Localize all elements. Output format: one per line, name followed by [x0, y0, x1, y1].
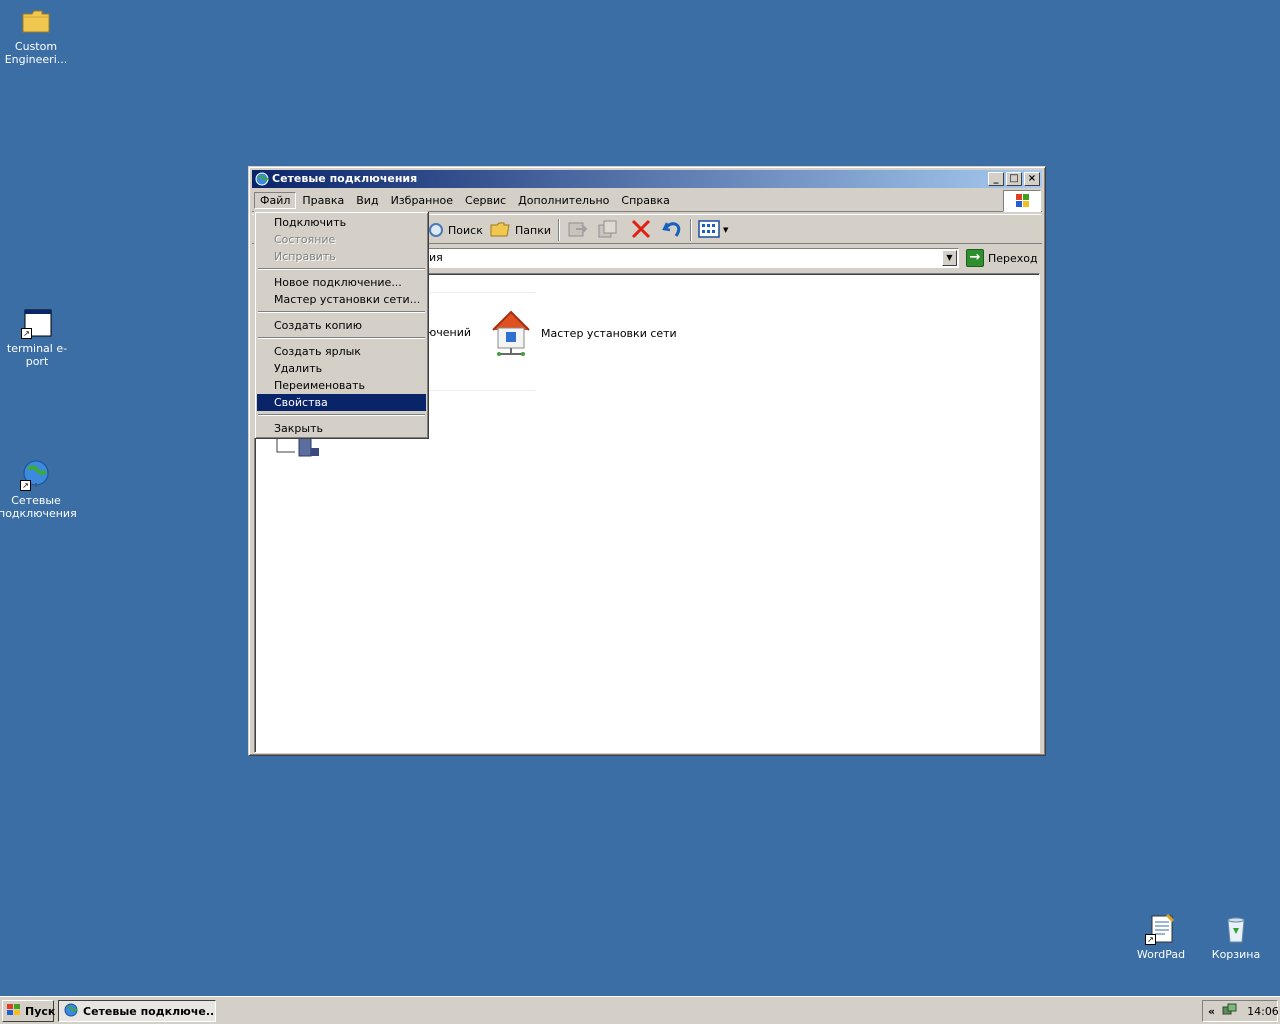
item-label: Мастер установки сети: [541, 327, 677, 340]
desktop-icon-label: Сетевые подключения: [0, 494, 77, 520]
desktop-icon-recycle-bin[interactable]: Корзина: [1198, 913, 1274, 961]
desktop-icon-label: Корзина: [1211, 948, 1261, 961]
search-label: Поиск: [448, 223, 483, 237]
minimize-icon: _: [993, 173, 999, 184]
menu-item-connect[interactable]: Подключить: [257, 214, 426, 231]
menu-item-create-copy[interactable]: Создать копию: [257, 317, 426, 334]
move-to-icon: [566, 219, 588, 242]
address-value: ия: [429, 251, 443, 264]
minimize-button[interactable]: _: [988, 172, 1004, 186]
clock[interactable]: 14:06: [1247, 1005, 1279, 1018]
windows-logo-icon: [1003, 190, 1041, 212]
taskbar-button-label: Сетевые подключе...: [83, 1004, 216, 1018]
network-tray-icon[interactable]: [1221, 1002, 1237, 1021]
shortcut-arrow-icon: ↗: [1145, 934, 1156, 945]
network-setup-wizard-item[interactable]: Мастер установки сети: [489, 308, 677, 359]
menu-item-rename[interactable]: Переименовать: [257, 377, 426, 394]
start-button[interactable]: Пуск: [2, 1000, 56, 1022]
folder-icon: [20, 5, 52, 37]
chevron-down-icon: ▼: [723, 226, 729, 234]
copy-to-button[interactable]: [597, 219, 619, 241]
toolbar-separator: [690, 219, 692, 241]
menu-item-repair[interactable]: Исправить: [257, 248, 426, 265]
go-button[interactable]: → Переход: [966, 248, 1038, 268]
menu-separator: [257, 411, 426, 420]
move-to-button[interactable]: [566, 219, 588, 241]
start-label: Пуск: [25, 1004, 56, 1018]
network-globe-icon: ↗: [20, 459, 52, 491]
search-button[interactable]: Поиск: [429, 219, 483, 241]
desktop-icon-label: terminal e-port: [6, 342, 68, 368]
title-bar[interactable]: Сетевые подключения _ □ ×: [252, 170, 1042, 188]
menu-edit[interactable]: Правка: [296, 192, 350, 209]
address-input[interactable]: ия ▼: [422, 248, 959, 268]
menu-separator: [257, 265, 426, 274]
menu-item-delete[interactable]: Удалить: [257, 360, 426, 377]
close-icon: ×: [1027, 173, 1037, 184]
taskbar: Пуск Сетевые подключе... « 14:06: [0, 996, 1280, 1024]
views-button[interactable]: ▼: [698, 219, 728, 241]
taskbar-button-network-connections[interactable]: Сетевые подключе...: [58, 1000, 216, 1022]
desktop-icon-wordpad[interactable]: ↗ WordPad: [1123, 913, 1199, 961]
menu-advanced[interactable]: Дополнительно: [512, 192, 615, 209]
folder-icon: [490, 220, 510, 241]
application-window-icon: ↗: [21, 307, 53, 339]
chevron-down-icon: ▼: [946, 253, 953, 262]
menu-file[interactable]: Файл: [254, 192, 297, 209]
folders-button[interactable]: Папки: [490, 219, 551, 241]
shortcut-arrow-icon: ↗: [21, 328, 32, 339]
shortcut-arrow-icon: ↗: [20, 480, 31, 491]
undo-icon: [661, 219, 683, 242]
file-menu-dropdown: Подключить Состояние Исправить Новое под…: [254, 211, 429, 439]
wordpad-icon: ↗: [1145, 913, 1177, 945]
menu-view[interactable]: Вид: [350, 192, 384, 209]
menu-item-create-shortcut[interactable]: Создать ярлык: [257, 343, 426, 360]
undo-button[interactable]: [661, 219, 683, 241]
menu-favorites[interactable]: Избранное: [385, 192, 459, 209]
windows-logo-icon: [6, 1003, 22, 1020]
delete-x-icon: [630, 219, 652, 242]
search-icon: [429, 223, 443, 237]
close-button[interactable]: ×: [1024, 172, 1040, 186]
menu-item-network-setup-wizard[interactable]: Мастер установки сети...: [257, 291, 426, 308]
toolbar-separator: [558, 219, 560, 241]
menu-separator: [257, 308, 426, 317]
copy-to-icon: [597, 219, 619, 242]
menu-separator: [257, 334, 426, 343]
menu-help[interactable]: Справка: [615, 192, 675, 209]
folders-label: Папки: [515, 223, 551, 237]
desktop-icon-label: WordPad: [1136, 948, 1186, 961]
recycle-bin-icon: [1220, 913, 1252, 945]
tray-expand-button[interactable]: «: [1208, 1005, 1215, 1018]
network-globe-icon: [63, 1002, 79, 1021]
item-label: ючений: [427, 326, 472, 339]
menu-item-properties[interactable]: Свойства: [257, 394, 426, 411]
menu-bar: Файл Правка Вид Избранное Сервис Дополни…: [252, 190, 1042, 212]
menu-item-status[interactable]: Состояние: [257, 231, 426, 248]
system-tray: « 14:06: [1202, 1000, 1279, 1022]
desktop-icon-label: Custom Engineeri...: [4, 40, 68, 66]
maximize-icon: □: [1009, 173, 1019, 184]
desktop-icon-network-connections[interactable]: ↗ Сетевые подключения: [0, 459, 77, 520]
network-globe-icon: [254, 171, 270, 187]
menu-item-new-connection[interactable]: Новое подключение...: [257, 274, 426, 291]
new-connection-wizard-item[interactable]: ючений: [427, 326, 471, 339]
address-dropdown-button[interactable]: ▼: [942, 250, 957, 266]
menu-item-close[interactable]: Закрыть: [257, 420, 426, 437]
menu-tools[interactable]: Сервис: [459, 192, 512, 209]
delete-button[interactable]: [630, 219, 652, 241]
maximize-button[interactable]: □: [1006, 172, 1022, 186]
desktop-icon-custom-engineering[interactable]: Custom Engineeri...: [0, 5, 74, 66]
go-label: Переход: [988, 251, 1038, 265]
house-network-icon: [489, 308, 533, 359]
window-title: Сетевые подключения: [272, 172, 418, 185]
desktop-icon-terminal-eport[interactable]: ↗ terminal e-port: [0, 307, 75, 368]
go-arrow-icon: →: [966, 249, 984, 267]
views-icon: [698, 219, 722, 242]
